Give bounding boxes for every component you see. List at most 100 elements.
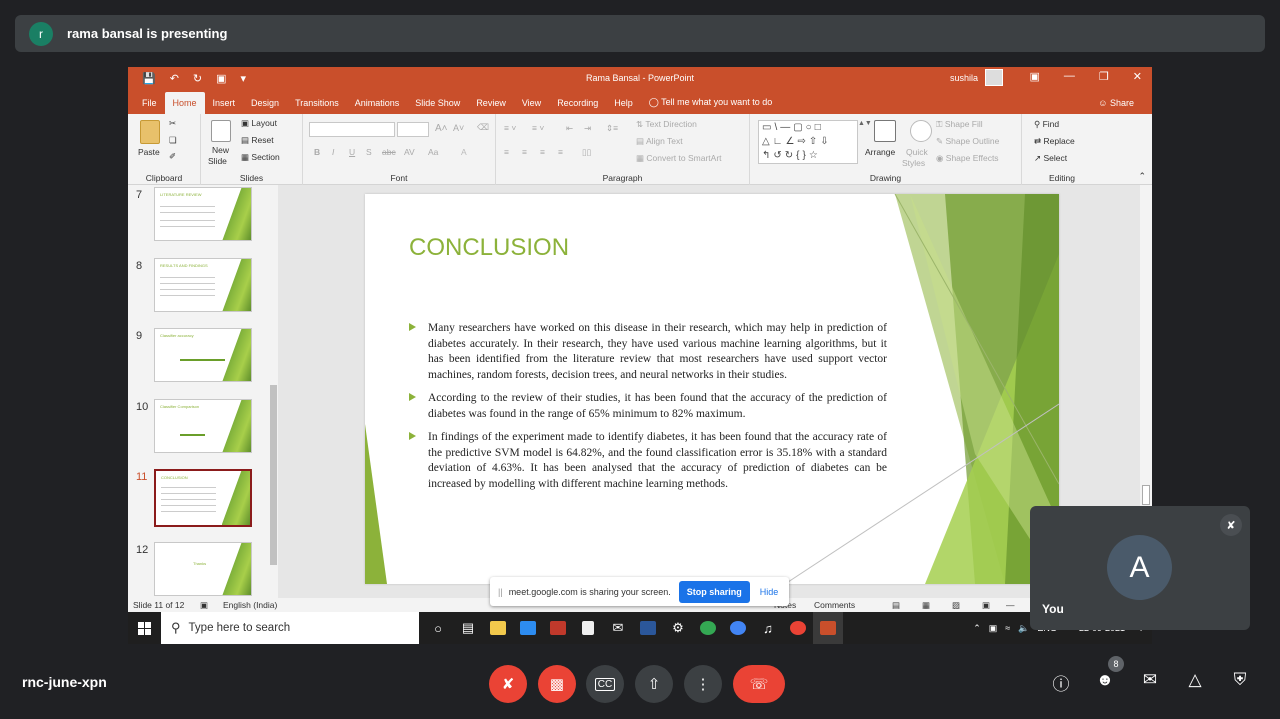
self-video-tile[interactable]: ✘ A You <box>1030 506 1250 630</box>
change-case-button[interactable]: Aa <box>428 147 438 157</box>
bold-button[interactable]: B <box>314 147 320 157</box>
align-left-icon[interactable]: ≡ <box>504 147 509 157</box>
paste-button[interactable]: Paste <box>138 147 160 157</box>
comments-button[interactable]: Comments <box>814 600 855 610</box>
more-options-button[interactable]: ⋮ <box>684 665 722 703</box>
tab-view[interactable]: View <box>514 98 549 114</box>
tab-help[interactable]: Help <box>606 98 641 114</box>
tab-file[interactable]: File <box>134 98 165 114</box>
italic-button[interactable]: I <box>332 147 334 157</box>
copy-icon[interactable]: ❏ <box>169 135 177 146</box>
minimize-icon[interactable]: — <box>1064 70 1075 83</box>
arrange-icon[interactable] <box>874 120 896 142</box>
leave-call-button[interactable]: ☏ <box>733 665 785 703</box>
thumbnail-slide-8[interactable]: 8 RESULTS AND FINDINGS <box>132 256 262 320</box>
present-button[interactable]: ⇧ <box>635 665 673 703</box>
format-painter-icon[interactable]: ✐ <box>169 151 176 162</box>
stop-sharing-button[interactable]: Stop sharing <box>678 580 750 603</box>
tab-review[interactable]: Review <box>468 98 514 114</box>
tab-insert[interactable]: Insert <box>205 98 244 114</box>
start-button[interactable] <box>128 621 161 635</box>
line-spacing-icon[interactable]: ⇕≡ <box>606 123 618 134</box>
current-slide[interactable]: CONCLUSION Many researchers have worked … <box>365 194 1059 584</box>
new-slide-icon[interactable] <box>211 120 231 142</box>
slide-scroll-thumb[interactable] <box>1142 485 1150 505</box>
thumbnail-scrollbar[interactable] <box>268 185 278 598</box>
section-button[interactable]: ▦ Section <box>241 152 280 163</box>
chrome-icon[interactable] <box>693 612 723 644</box>
mcafee-icon[interactable] <box>543 612 573 644</box>
increase-font-icon[interactable]: A˄ <box>435 123 448 134</box>
decrease-font-icon[interactable]: A˅ <box>453 123 464 133</box>
font-name-combo[interactable] <box>309 122 395 137</box>
justify-icon[interactable]: ≡ <box>558 147 563 157</box>
host-controls-icon[interactable]: ⛨ <box>1228 670 1252 690</box>
new-slide-button[interactable]: New <box>212 145 229 155</box>
thumbnail-scroll-thumb[interactable] <box>270 385 277 565</box>
align-text-button[interactable]: ▤ Align Text <box>636 136 683 147</box>
chat-icon[interactable]: ✉ <box>1138 670 1162 690</box>
layout-button[interactable]: ▣ Layout <box>241 118 277 129</box>
arrange-button[interactable]: Arrange <box>865 147 895 157</box>
tab-transitions[interactable]: Transitions <box>287 98 347 114</box>
paste-icon[interactable] <box>140 120 160 144</box>
smartart-button[interactable]: ▦ Convert to SmartArt <box>636 153 722 164</box>
drag-handle-icon[interactable]: || <box>498 587 503 597</box>
hide-button[interactable]: Hide <box>760 587 779 597</box>
reading-view-icon[interactable]: ▨ <box>952 600 960 611</box>
mail-icon[interactable]: ✉ <box>603 612 633 644</box>
shapes-gallery[interactable]: ▭\—▢○□ △∟∠⇨⇧⇩ ↰↺↻{}☆ <box>758 120 858 164</box>
numbering-icon[interactable]: ≡ ˅ <box>532 123 544 133</box>
tab-animations[interactable]: Animations <box>347 98 408 114</box>
chrome-window-icon[interactable] <box>783 612 813 644</box>
ribbon-display-icon[interactable]: ▣ <box>1030 70 1040 83</box>
taskbar-search[interactable]: ⚲ Type here to search <box>161 612 419 644</box>
camera-toggle-button[interactable]: ▩ <box>538 665 576 703</box>
zoom-slider-icon[interactable]: — <box>1006 600 1015 610</box>
people-icon[interactable]: ☻ <box>1093 670 1117 690</box>
bullets-icon[interactable]: ≡ ˅ <box>504 123 516 133</box>
language-status[interactable]: English (India) <box>223 600 277 610</box>
tell-me-search[interactable]: ◯ Tell me what you want to do <box>641 97 780 114</box>
thumbnail-slide-12[interactable]: 12 Thanks <box>132 540 262 598</box>
quick-styles-button-2[interactable]: Styles <box>902 158 925 168</box>
tray-expand-icon[interactable]: ⌃ <box>973 623 981 634</box>
reset-button[interactable]: ▤ Reset <box>241 135 274 146</box>
select-button[interactable]: ↗ Select <box>1034 153 1067 164</box>
strikethrough-button[interactable]: abc <box>382 147 396 157</box>
file-explorer-icon[interactable] <box>483 612 513 644</box>
shape-fill-button[interactable]: ⚿ Shape Fill <box>936 119 983 130</box>
thumbnail-slide-10[interactable]: 10 Classifier Comparison <box>132 397 262 461</box>
collapse-ribbon-icon[interactable]: ⌃ <box>1138 171 1146 182</box>
slideshow-icon[interactable]: ▣ <box>982 600 990 611</box>
meeting-info-icon[interactable]: ⓘ <box>1049 670 1073 695</box>
shadow-button[interactable]: S <box>366 147 372 157</box>
align-right-icon[interactable]: ≡ <box>540 147 545 157</box>
close-icon[interactable]: ✕ <box>1133 70 1142 83</box>
char-spacing-button[interactable]: AV <box>404 147 415 157</box>
quick-styles-icon[interactable] <box>910 120 932 142</box>
new-slide-button-2[interactable]: Slide <box>208 156 227 166</box>
volume-icon[interactable]: 🔈 <box>1018 623 1029 634</box>
shape-outline-button[interactable]: ✎ Shape Outline <box>936 136 999 147</box>
increase-indent-icon[interactable]: ⇥ <box>584 123 591 134</box>
font-size-combo[interactable] <box>397 122 429 137</box>
shape-effects-button[interactable]: ◉ Shape Effects <box>936 153 999 164</box>
slide-sorter-icon[interactable]: ▦ <box>922 600 930 611</box>
notepad-icon[interactable] <box>573 612 603 644</box>
powerpoint-taskbar-icon[interactable] <box>813 612 843 644</box>
gallery-more-icon[interactable]: ▲▼ <box>858 120 872 127</box>
quick-styles-button[interactable]: Quick <box>906 147 928 157</box>
network-icon[interactable]: ▣ <box>989 623 998 634</box>
find-button[interactable]: ⚲ Find <box>1034 119 1059 130</box>
tab-slide-show[interactable]: Slide Show <box>407 98 468 114</box>
tab-recording[interactable]: Recording <box>549 98 606 114</box>
mic-toggle-button[interactable]: ✘ <box>489 665 527 703</box>
media-player-icon[interactable]: ♫ <box>753 612 783 644</box>
activities-icon[interactable]: △ <box>1183 670 1207 690</box>
cut-icon[interactable]: ✂ <box>169 118 176 129</box>
font-color-icon[interactable]: A <box>461 147 467 157</box>
thumbnail-slide-7[interactable]: 7 LITERATURE REVIEW <box>132 185 262 249</box>
replace-button[interactable]: ⇄ Replace <box>1034 136 1075 147</box>
share-button[interactable]: ☺ Share <box>1098 98 1134 108</box>
